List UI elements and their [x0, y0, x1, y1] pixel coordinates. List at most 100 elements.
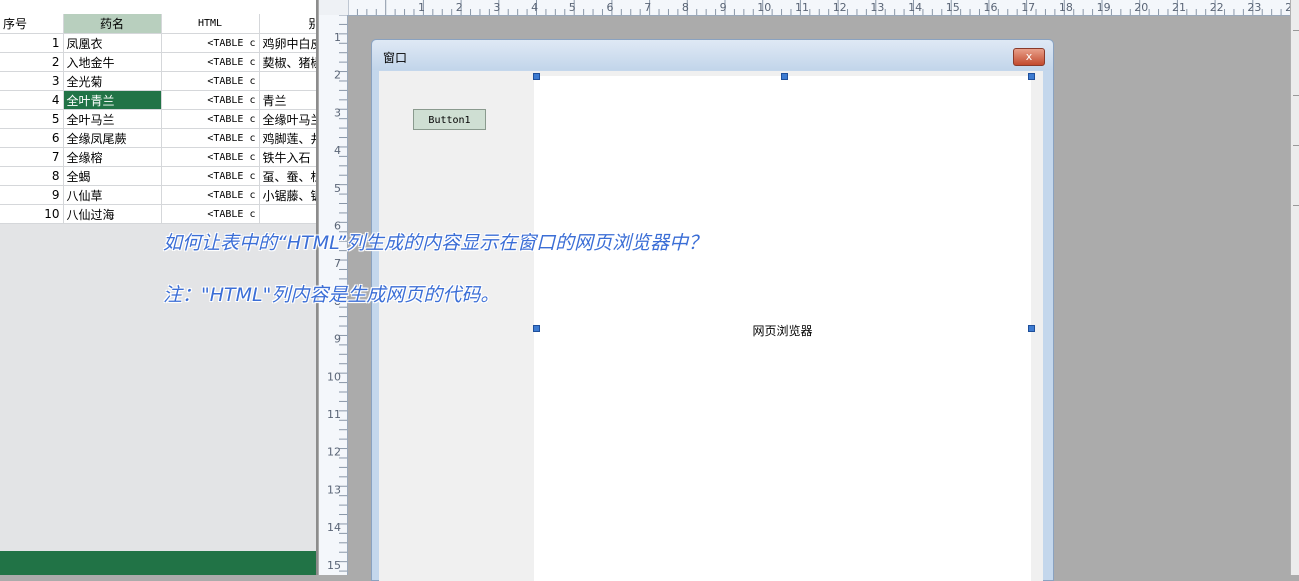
ruler-top-number: 5: [569, 1, 576, 14]
cell-html[interactable]: <TABLE c: [161, 128, 260, 148]
question-text: 如何让表中的“HTML”列生成的内容显示在窗口的网页浏览器中？: [163, 232, 708, 254]
resize-handle-top[interactable]: [781, 73, 788, 80]
panel-mark: [1293, 30, 1299, 31]
cell-name[interactable]: 全叶马兰: [63, 109, 162, 129]
ruler-left-number: 13: [327, 483, 341, 496]
cell-alias[interactable]: [259, 71, 318, 91]
cell-alias[interactable]: 虿、蚕、杜: [259, 166, 318, 186]
status-bar: [0, 551, 318, 575]
ruler-top-number: 6: [607, 1, 614, 14]
ruler-top-number: 4: [531, 1, 538, 14]
web-browser-control[interactable]: 网页浏览器: [534, 76, 1031, 581]
table-row[interactable]: 4 全叶青兰 <TABLE c 青兰: [0, 90, 318, 110]
ruler-top-number: 9: [720, 1, 727, 14]
ruler-top-number: 13: [870, 1, 884, 14]
ruler-left-number: 15: [327, 559, 341, 572]
table-row[interactable]: 9 八仙草 <TABLE c 小锯藤、锯: [0, 185, 318, 205]
web-browser-label: 网页浏览器: [752, 324, 813, 338]
window-titlebar[interactable]: 窗口 x: [372, 40, 1053, 70]
ruler-corner: [319, 0, 348, 15]
ruler-top-number: 11: [795, 1, 809, 14]
cell-seq[interactable]: 3: [0, 71, 64, 91]
column-header-seq[interactable]: 序号: [0, 14, 64, 34]
cell-seq[interactable]: 6: [0, 128, 64, 148]
ruler-left-number: 4: [334, 144, 341, 157]
ruler-top-number: 17: [1021, 1, 1035, 14]
cell-alias[interactable]: 鸡脚莲、井: [259, 128, 318, 148]
ruler-left-number: 11: [327, 408, 341, 421]
ruler-top-number: 20: [1134, 1, 1148, 14]
ruler-top-number: 15: [946, 1, 960, 14]
ruler-top-number: 10: [757, 1, 771, 14]
cell-alias[interactable]: 小锯藤、锯: [259, 185, 318, 205]
cell-name[interactable]: 全光菊: [63, 71, 162, 91]
cell-name[interactable]: 全缘榕: [63, 147, 162, 167]
cell-alias[interactable]: 青兰: [259, 90, 318, 110]
table-row[interactable]: 6 全缘凤尾蕨 <TABLE c 鸡脚莲、井: [0, 128, 318, 148]
cell-html[interactable]: <TABLE c: [161, 90, 260, 110]
window-title: 窗口: [383, 51, 408, 65]
window-client-area: Button1 网页浏览器: [379, 71, 1043, 581]
close-icon: x: [1025, 50, 1033, 63]
cell-html[interactable]: <TABLE c: [161, 109, 260, 129]
column-header-name[interactable]: 药名: [63, 14, 162, 34]
cell-seq[interactable]: 10: [0, 204, 64, 224]
ruler-top-scale: 123456789101112131415161718192021222324: [347, 0, 1299, 15]
cell-name[interactable]: 全蝎: [63, 166, 162, 186]
resize-handle-top-right[interactable]: [1028, 73, 1035, 80]
cell-alias[interactable]: [259, 204, 318, 224]
cell-html[interactable]: <TABLE c: [161, 204, 260, 224]
cell-seq[interactable]: 7: [0, 147, 64, 167]
panel-mark: [1293, 205, 1299, 206]
ruler-left-number: 2: [334, 69, 341, 82]
resize-handle-left[interactable]: [533, 325, 540, 332]
cell-name[interactable]: 八仙草: [63, 185, 162, 205]
table-row[interactable]: 5 全叶马兰 <TABLE c 全缘叶马兰: [0, 109, 318, 129]
cell-seq[interactable]: 9: [0, 185, 64, 205]
table-row[interactable]: 10 八仙过海 <TABLE c: [0, 204, 318, 224]
button1[interactable]: Button1: [413, 109, 486, 130]
cell-html[interactable]: <TABLE c: [161, 71, 260, 91]
ruler-left-number: 7: [334, 257, 341, 270]
cell-alias[interactable]: 鸡卵中白皮: [259, 33, 318, 53]
ruler-top-number: 14: [908, 1, 922, 14]
ruler-top-number: 22: [1210, 1, 1224, 14]
cell-html[interactable]: <TABLE c: [161, 147, 260, 167]
table-header-row: 序号 药名 HTML 别名: [0, 14, 318, 34]
cell-name[interactable]: 八仙过海: [63, 204, 162, 224]
cell-html[interactable]: <TABLE c: [161, 185, 260, 205]
table-row[interactable]: 3 全光菊 <TABLE c: [0, 71, 318, 91]
close-button[interactable]: x: [1013, 48, 1045, 66]
ruler-top-number: 12: [833, 1, 847, 14]
ruler-left-number: 5: [334, 182, 341, 195]
cell-html[interactable]: <TABLE c: [161, 166, 260, 186]
ruler-top-number: 1: [418, 1, 425, 14]
table-row[interactable]: 2 入地金牛 <TABLE c 葜椒、猪椒: [0, 52, 318, 72]
ruler-top-number: 19: [1097, 1, 1111, 14]
column-header-html[interactable]: HTML: [161, 14, 260, 34]
cell-name[interactable]: 入地金牛: [63, 52, 162, 72]
cell-alias[interactable]: 全缘叶马兰: [259, 109, 318, 129]
design-window[interactable]: 窗口 x Button1 网页浏览器: [371, 39, 1054, 581]
cell-name[interactable]: 凤凰衣: [63, 33, 162, 53]
cell-html[interactable]: <TABLE c: [161, 33, 260, 53]
ruler-top-number: 18: [1059, 1, 1073, 14]
column-header-alias[interactable]: 别名: [259, 14, 318, 34]
cell-seq[interactable]: 8: [0, 166, 64, 186]
cell-html[interactable]: <TABLE c: [161, 52, 260, 72]
table-row[interactable]: 7 全缘榕 <TABLE c 铁牛入石: [0, 147, 318, 167]
table-row[interactable]: 8 全蝎 <TABLE c 虿、蚕、杜: [0, 166, 318, 186]
cell-alias[interactable]: 葜椒、猪椒: [259, 52, 318, 72]
cell-name[interactable]: 全缘凤尾蕨: [63, 128, 162, 148]
cell-seq[interactable]: 5: [0, 109, 64, 129]
note-text: 注："HTML"列内容是生成网页的代码。: [163, 284, 500, 306]
cell-alias[interactable]: 铁牛入石: [259, 147, 318, 167]
table-row[interactable]: 1 凤凰衣 <TABLE c 鸡卵中白皮: [0, 33, 318, 53]
cell-name[interactable]: 全叶青兰: [63, 90, 162, 110]
cell-seq[interactable]: 1: [0, 33, 64, 53]
cell-seq[interactable]: 2: [0, 52, 64, 72]
cell-seq[interactable]: 4: [0, 90, 64, 110]
resize-handle-right[interactable]: [1028, 325, 1035, 332]
resize-handle-top-left[interactable]: [533, 73, 540, 80]
ruler-left-number: 1: [334, 31, 341, 44]
